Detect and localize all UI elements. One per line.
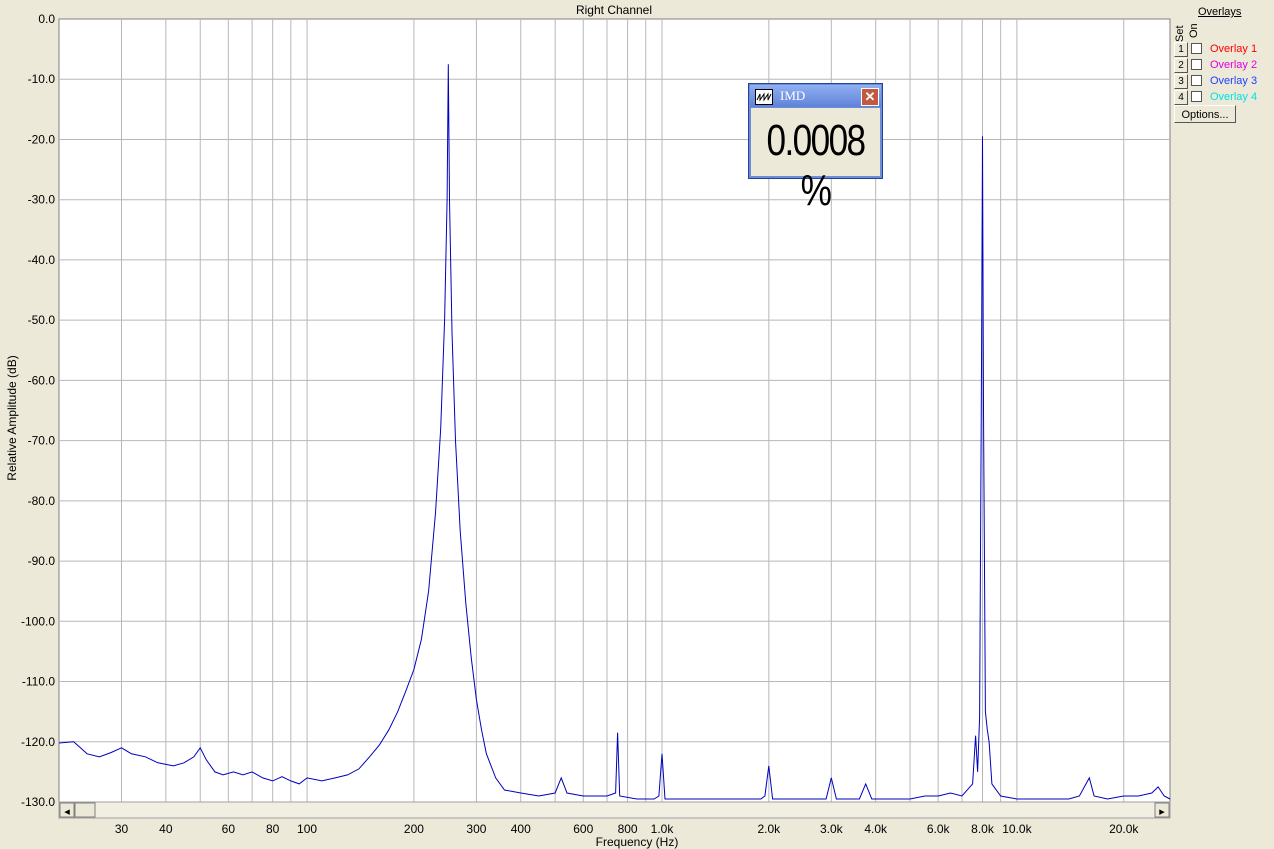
x-tick-label: 200 [404,822,424,836]
imd-readout-panel: 0.0008 % [751,108,880,215]
on-column-label: On [1188,23,1200,38]
horizontal-scrollbar[interactable]: ◂ ▸ [58,801,1171,819]
imd-window[interactable]: IMD ✕ 0.0008 % [748,83,883,215]
overlay-label-1: Overlay 1 [1210,43,1258,55]
overlay-set-button-3[interactable]: 3 [1174,74,1188,89]
overlay-checkbox-2[interactable] [1191,59,1202,70]
y-tick-label: -20.0 [28,132,56,146]
imd-value: 0.0008 % [766,116,866,215]
x-tick-label: 2.0k [757,822,781,836]
x-tick-label: 800 [618,822,638,836]
overlay-set-button-1[interactable]: 1 [1174,42,1188,57]
overlay-set-button-2[interactable]: 2 [1174,58,1188,73]
waveform-icon [755,89,773,105]
overlay-label-4: Overlay 4 [1210,91,1258,103]
x-tick-label: 40 [159,822,173,836]
overlay-row-2: 2 Overlay 2 [1174,58,1272,74]
y-tick-label: -70.0 [28,434,56,448]
x-tick-label: 8.0k [971,822,995,836]
overlays-title: Overlays [1198,6,1242,18]
x-tick-label: 4.0k [864,822,888,836]
set-column-label: Set [1174,25,1186,42]
scroll-thumb[interactable] [74,802,96,818]
overlay-row-3: 3 Overlay 3 [1174,74,1272,90]
y-tick-label: -90.0 [28,554,56,568]
y-axis-title: Relative Amplitude (dB) [5,355,19,480]
y-tick-label: -30.0 [28,193,56,207]
x-tick-label: 100 [297,822,317,836]
y-tick-label: -40.0 [28,253,56,267]
x-tick-label: 1.0k [651,822,675,836]
x-tick-label: 20.0k [1109,822,1139,836]
x-axis-title: Frequency (Hz) [596,835,679,849]
x-tick-label: 400 [511,822,531,836]
scroll-right-icon: ▸ [1159,805,1165,818]
spectrum-chart: 0.0 -10.0 -20.0 -30.0 -40.0 -50.0 -60.0 -70.0 -8… [5,3,1171,849]
imd-title-bar[interactable]: IMD ✕ [750,85,881,107]
y-tick-label: -100.0 [21,614,55,628]
plot-area[interactable] [58,18,1171,803]
y-tick-label: -10.0 [28,72,56,86]
y-tick-label: -120.0 [21,735,55,749]
imd-window-title: IMD [780,88,806,103]
y-tick-label: -60.0 [28,373,56,387]
y-tick-label: -110.0 [22,675,55,689]
overlay-row-1: 1 Overlay 1 [1174,42,1272,58]
y-tick-label: 0.0 [38,12,55,26]
x-tick-label: 10.0k [1002,822,1032,836]
scroll-left-icon: ◂ [64,805,70,818]
overlay-row-4: 4 Overlay 4 [1174,90,1272,106]
x-tick-label: 30 [115,822,129,836]
x-tick-label: 3.0k [820,822,844,836]
y-tick-label: -50.0 [28,313,56,327]
overlay-checkbox-4[interactable] [1191,91,1202,102]
x-tick-label: 600 [573,822,593,836]
x-tick-label: 60 [222,822,236,836]
options-button[interactable]: Options... [1174,105,1236,123]
x-tick-label: 6.0k [927,822,951,836]
close-icon[interactable]: ✕ [861,88,879,106]
y-tick-label: -80.0 [28,494,56,508]
x-tick-label: 300 [466,822,486,836]
overlay-checkbox-1[interactable] [1191,43,1202,54]
x-tick-label: 80 [266,822,280,836]
y-tick-label: -130.0 [21,795,55,809]
chart-title: Right Channel [576,3,652,17]
overlay-label-3: Overlay 3 [1210,75,1258,87]
overlay-set-button-4[interactable]: 4 [1174,90,1188,105]
overlay-label-2: Overlay 2 [1210,59,1258,71]
overlay-checkbox-3[interactable] [1191,75,1202,86]
